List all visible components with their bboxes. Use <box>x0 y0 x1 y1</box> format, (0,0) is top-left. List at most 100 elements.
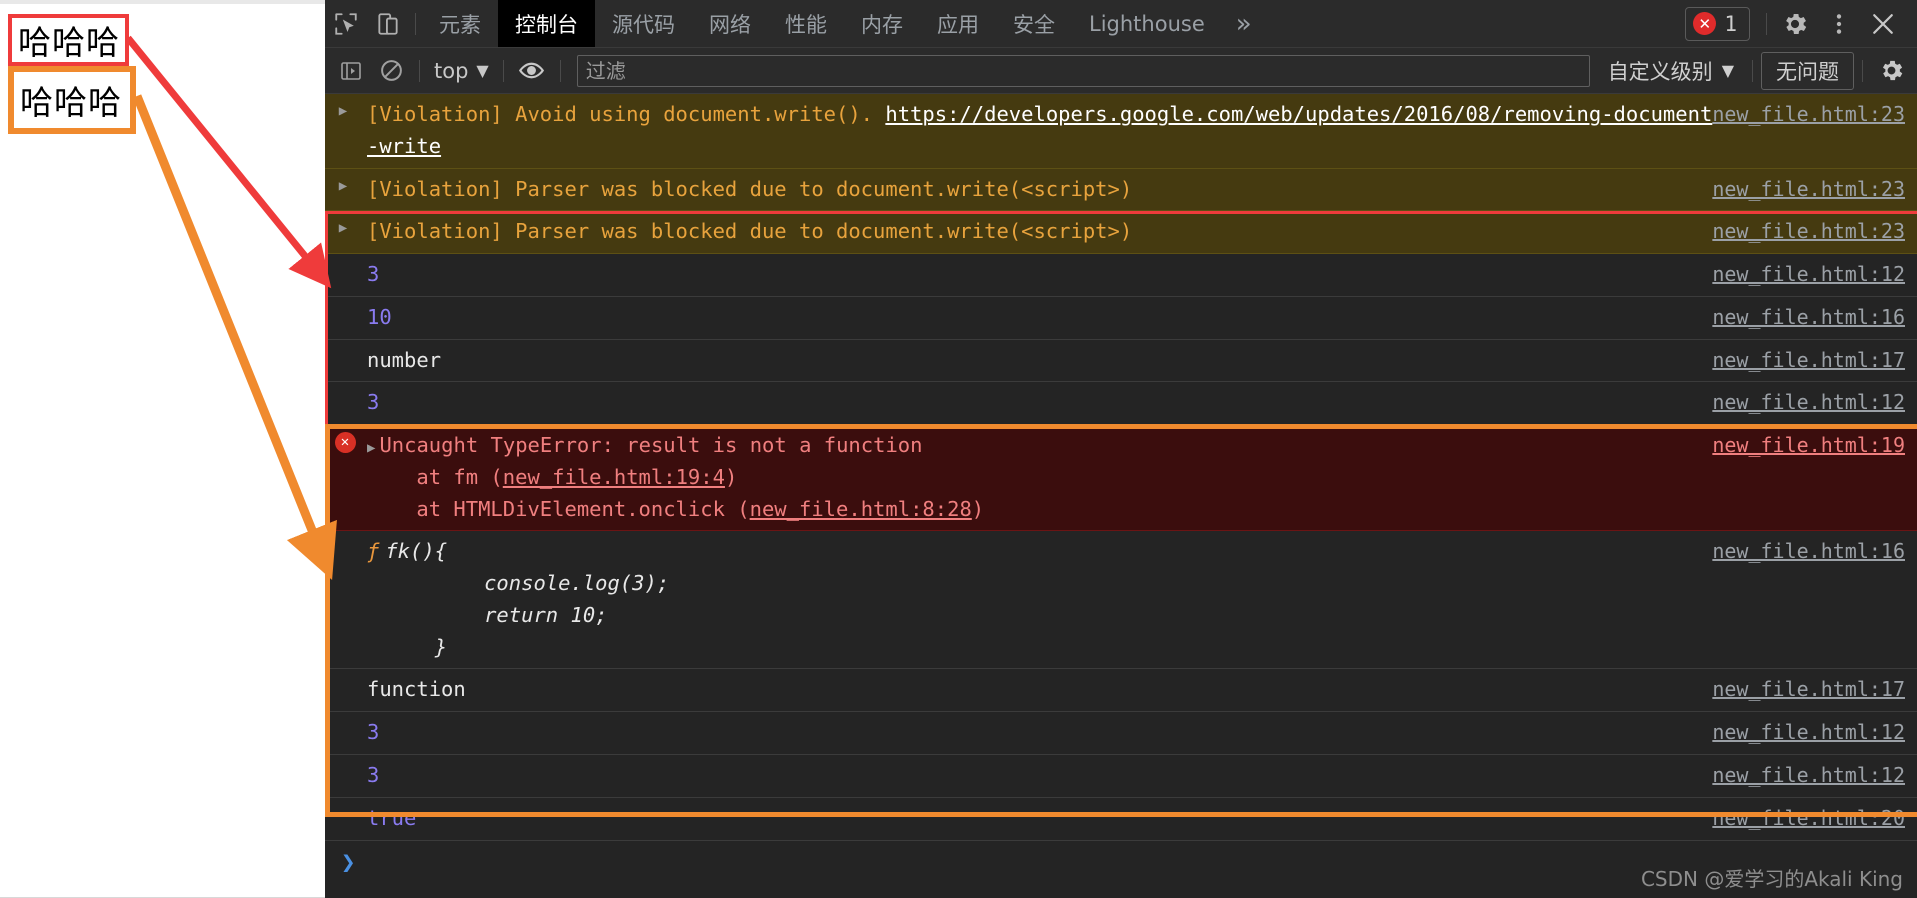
stack-link[interactable]: new_file.html:19:4 <box>503 465 725 489</box>
issues-button[interactable]: 无问题 <box>1761 51 1854 90</box>
message-source-link[interactable]: new_file.html:12 <box>1712 387 1917 418</box>
close-devtools-icon[interactable] <box>1861 2 1905 46</box>
annotation-orange-text: 哈哈哈 <box>20 83 122 122</box>
tab-lighthouse[interactable]: Lighthouse <box>1072 0 1222 47</box>
tabbar-right-group: ✕ 1 <box>1685 2 1917 46</box>
message-value-boolean: true <box>367 805 417 830</box>
console-message-log[interactable]: 10 new_file.html:16 <box>325 296 1917 340</box>
message-source-link[interactable]: new_file.html:17 <box>1712 345 1917 376</box>
log-level-selector[interactable]: 自定义级别 ▼ <box>1598 56 1744 86</box>
message-gutter <box>325 387 365 389</box>
filter-separator-4 <box>1752 59 1753 82</box>
inspect-element-icon[interactable] <box>325 3 367 45</box>
tab-label: 应用 <box>937 12 979 37</box>
top-divider <box>0 0 325 4</box>
console-message-function[interactable]: ƒ fk(){ console.log(3); return 10; } new_… <box>325 531 1917 670</box>
live-expression-eye-icon[interactable] <box>512 52 552 90</box>
settings-gear-icon[interactable] <box>1773 2 1817 46</box>
more-tabs-icon[interactable]: » <box>1222 0 1266 47</box>
message-text: [Violation] Avoid using document.write()… <box>367 102 886 126</box>
context-label: top <box>434 58 469 83</box>
message-value-number: 3 <box>367 390 380 415</box>
function-line-2: return 10; <box>385 602 608 627</box>
message-gutter <box>325 345 365 347</box>
error-x-icon: ✕ <box>334 432 356 454</box>
message-value-string: function <box>367 677 466 702</box>
tab-application[interactable]: 应用 <box>920 0 996 47</box>
tab-performance[interactable]: 性能 <box>768 0 844 47</box>
message-source-link[interactable]: new_file.html:23 <box>1712 216 1917 247</box>
tab-sources[interactable]: 源代码 <box>595 0 692 47</box>
stack-link-2[interactable]: new_file.html:8:28 <box>750 497 972 521</box>
devtools-tabbar: 元素 控制台 源代码 网络 性能 内存 应用 安全 Lighthouse » ✕… <box>325 0 1917 48</box>
tab-network[interactable]: 网络 <box>692 0 768 47</box>
message-source-link[interactable]: new_file.html:12 <box>1712 760 1917 791</box>
tab-label: 控制台 <box>515 12 578 37</box>
device-toolbar-icon[interactable] <box>367 3 409 45</box>
log-level-label: 自定义级别 <box>1607 59 1713 84</box>
error-x-icon: ✕ <box>1693 12 1717 35</box>
message-value-number: 10 <box>367 304 392 329</box>
execution-context-selector[interactable]: top ▼ <box>428 59 495 83</box>
message-gutter: ▶ <box>325 174 365 198</box>
message-source-link[interactable]: new_file.html:17 <box>1712 674 1917 705</box>
tab-elements[interactable]: 元素 <box>422 0 498 47</box>
message-gutter <box>325 259 365 261</box>
expand-triangle-icon[interactable]: ▶ <box>367 440 375 456</box>
chevron-down-icon-2: ▼ <box>1721 61 1734 80</box>
console-message-log[interactable]: function new_file.html:17 <box>325 669 1917 713</box>
function-glyph: ƒ <box>367 539 380 564</box>
console-message-error[interactable]: ✕ ▶ Uncaught TypeError: result is not a f… <box>325 425 1917 532</box>
message-source-link[interactable]: new_file.html:23 <box>1712 174 1917 205</box>
console-message-log[interactable]: 3 new_file.html:12 <box>325 254 1917 297</box>
console-filter-input[interactable] <box>576 54 1590 87</box>
message-source-link[interactable]: new_file.html:20 <box>1712 803 1917 834</box>
error-count-badge[interactable]: ✕ 1 <box>1685 6 1750 41</box>
message-gutter: ▶ <box>325 216 365 240</box>
error-title: Uncaught TypeError: result is not a func… <box>379 433 923 458</box>
message-gutter <box>325 760 365 762</box>
expand-triangle-icon[interactable]: ▶ <box>339 176 347 198</box>
expand-triangle-icon[interactable]: ▶ <box>339 218 347 240</box>
function-line-1: console.log(3); <box>385 571 670 596</box>
filter-separator-3 <box>559 59 561 82</box>
message-source-link[interactable]: new_file.html:16 <box>1712 302 1917 333</box>
console-message-log[interactable]: 3 new_file.html:12 <box>325 755 1917 798</box>
message-body: [Violation] Parser was blocked due to do… <box>367 176 1133 201</box>
more-options-icon[interactable] <box>1817 2 1861 46</box>
message-source-link[interactable]: new_file.html:12 <box>1712 259 1917 290</box>
message-source-link[interactable]: new_file.html:16 <box>1712 536 1917 567</box>
console-settings-gear-icon[interactable] <box>1871 52 1911 90</box>
more-tabs-label: » <box>1235 8 1252 39</box>
console-message-warning[interactable]: ▶ [Violation] Avoid using document.write… <box>325 94 1917 169</box>
console-message-log[interactable]: 3 new_file.html:12 <box>325 382 1917 426</box>
tab-label: 网络 <box>709 12 751 37</box>
message-value-number: 3 <box>367 763 380 788</box>
console-sidebar-toggle-icon[interactable] <box>331 52 371 90</box>
message-gutter <box>325 717 365 719</box>
message-source-link[interactable]: new_file.html:23 <box>1712 99 1917 130</box>
message-source-link[interactable]: new_file.html:19 <box>1712 430 1917 461</box>
message-gutter: ✕ <box>325 430 365 454</box>
console-message-log[interactable]: 3 new_file.html:12 <box>325 712 1917 756</box>
watermark: CSDN @爱学习的Akali King <box>1640 867 1903 891</box>
message-gutter <box>325 302 365 304</box>
clear-console-icon[interactable] <box>371 52 411 90</box>
tab-memory[interactable]: 内存 <box>844 0 920 47</box>
console-message-warning[interactable]: ▶ [Violation] Parser was blocked due to … <box>325 168 1917 212</box>
console-message-log[interactable]: number new_file.html:17 <box>325 339 1917 383</box>
tab-console[interactable]: 控制台 <box>498 0 595 47</box>
tab-security[interactable]: 安全 <box>996 0 1072 47</box>
expand-triangle-icon[interactable]: ▶ <box>339 101 347 123</box>
console-message-warning[interactable]: ▶ [Violation] Parser was blocked due to … <box>325 211 1917 255</box>
console-message-list[interactable]: ▶ [Violation] Avoid using document.write… <box>325 94 1917 898</box>
tab-label: Lighthouse <box>1089 11 1205 36</box>
message-value-number: 3 <box>367 262 380 287</box>
toolbar-separator-2 <box>1766 12 1767 35</box>
console-message-log[interactable]: true new_file.html:20 <box>325 797 1917 841</box>
console-filter-toolbar: top ▼ 自定义级别 ▼ 无问题 <box>325 48 1917 94</box>
tab-label: 性能 <box>785 12 827 37</box>
message-source-link[interactable]: new_file.html:12 <box>1712 717 1917 748</box>
stack-suffix: ) <box>724 464 738 489</box>
filter-separator-5 <box>1862 59 1863 82</box>
